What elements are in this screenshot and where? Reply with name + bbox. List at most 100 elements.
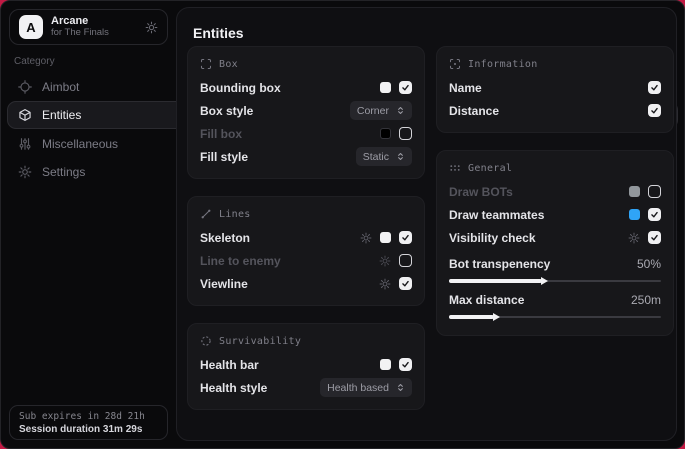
gear-icon[interactable] (379, 278, 391, 290)
bot-transparency-setting: Bot transpenency 50% (449, 255, 661, 285)
visibility-check-row: Visibility check (449, 226, 661, 249)
lines-card: Lines Skeleton Line to enem (187, 196, 425, 306)
dropdown-value: Corner (357, 105, 389, 117)
page-title: Entities (193, 25, 244, 41)
health-bar-row: Health bar (200, 353, 412, 376)
slider-thumb[interactable] (493, 313, 500, 321)
sidebar-item-label: Aimbot (42, 80, 79, 94)
setting-label: Distance (449, 104, 499, 118)
setting-label: Fill style (200, 150, 248, 164)
setting-label: Skeleton (200, 231, 250, 245)
app-window: A Arcane for The Finals Category Aimbot … (0, 0, 685, 449)
color-swatch[interactable] (380, 232, 391, 243)
draw-bots-row: Draw BOTs (449, 180, 661, 203)
health-style-row: Health style Health based (200, 376, 412, 399)
color-swatch[interactable] (629, 186, 640, 197)
scan-dot-icon (449, 58, 461, 70)
slider-fill (449, 315, 494, 319)
cube-icon (18, 108, 32, 122)
bounding-box-checkbox[interactable] (399, 81, 412, 94)
skeleton-checkbox[interactable] (399, 231, 412, 244)
brand-name: Arcane (51, 15, 109, 28)
box-card: Box Bounding box Box style Corner (187, 46, 425, 179)
setting-label: Name (449, 81, 482, 95)
box-style-row: Box style Corner (200, 99, 412, 122)
sidebar-item-label: Entities (42, 108, 81, 122)
fill-style-dropdown[interactable]: Static (356, 147, 412, 166)
setting-label: Box style (200, 104, 253, 118)
sub-expiry-text: Sub expires in 28d 21h (19, 411, 158, 422)
card-title: Survivability (219, 336, 301, 347)
gear-icon[interactable] (379, 255, 391, 267)
max-distance-setting: Max distance 250m (449, 291, 661, 321)
chevron-up-down-icon (396, 106, 405, 115)
diagonal-line-icon (200, 208, 212, 220)
distance-row: Distance (449, 99, 661, 122)
visibility-check-checkbox[interactable] (648, 231, 661, 244)
general-card: General Draw BOTs Draw teammates (436, 150, 674, 336)
slider-fill (449, 279, 542, 283)
health-bar-checkbox[interactable] (399, 358, 412, 371)
card-title: General (468, 163, 512, 174)
setting-label: Visibility check (449, 231, 536, 245)
fill-box-row: Fill box (200, 122, 412, 145)
card-title: Information (468, 59, 538, 70)
name-row: Name (449, 76, 661, 99)
sidebar-item-label: Miscellaneous (42, 137, 118, 151)
color-swatch[interactable] (380, 82, 391, 93)
setting-label: Draw teammates (449, 208, 544, 222)
slider-thumb[interactable] (541, 277, 548, 285)
color-swatch[interactable] (629, 209, 640, 220)
session-duration-text: Session duration 31m 29s (19, 424, 158, 435)
slider-value: 50% (637, 257, 661, 271)
health-style-dropdown[interactable]: Health based (320, 378, 412, 397)
brand-logo: A (19, 15, 43, 39)
draw-bots-checkbox[interactable] (648, 185, 661, 198)
box-style-dropdown[interactable]: Corner (350, 101, 412, 120)
setting-label: Draw BOTs (449, 185, 513, 199)
brand-subtitle: for The Finals (51, 28, 109, 39)
setting-label: Fill box (200, 127, 242, 141)
viewline-row: Viewline (200, 272, 412, 295)
dropdown-value: Health based (327, 382, 389, 394)
brand-card: A Arcane for The Finals (9, 9, 168, 45)
gear-icon[interactable] (145, 21, 158, 34)
name-checkbox[interactable] (648, 81, 661, 94)
dots-grid-icon (449, 162, 461, 174)
viewline-checkbox[interactable] (399, 277, 412, 290)
setting-label: Health bar (200, 358, 259, 372)
sidebar-item-label: Settings (42, 165, 85, 179)
setting-label: Line to enemy (200, 254, 281, 268)
setting-label: Bot transpenency (449, 257, 550, 271)
bounding-box-row: Bounding box (200, 76, 412, 99)
setting-label: Viewline (200, 277, 248, 291)
survivability-card: Survivability Health bar Health style He… (187, 323, 425, 410)
box-corners-icon (200, 58, 212, 70)
gear-icon[interactable] (628, 232, 640, 244)
fill-box-checkbox[interactable] (399, 127, 412, 140)
chevron-up-down-icon (396, 383, 405, 392)
mixer-icon (18, 137, 32, 151)
slider-value: 250m (631, 293, 661, 307)
category-label: Category (14, 56, 55, 67)
card-title: Lines (219, 209, 251, 220)
crosshair-icon (18, 80, 32, 94)
draw-teammates-checkbox[interactable] (648, 208, 661, 221)
max-distance-slider[interactable] (449, 312, 661, 321)
setting-label: Health style (200, 381, 267, 395)
color-swatch[interactable] (380, 128, 391, 139)
information-card: Information Name Distance (436, 46, 674, 133)
distance-checkbox[interactable] (648, 104, 661, 117)
line-to-enemy-checkbox[interactable] (399, 254, 412, 267)
chevron-up-down-icon (396, 152, 405, 161)
dashed-circle-icon (200, 335, 212, 347)
skeleton-row: Skeleton (200, 226, 412, 249)
line-to-enemy-row: Line to enemy (200, 249, 412, 272)
color-swatch[interactable] (380, 359, 391, 370)
setting-label: Bounding box (200, 81, 281, 95)
subscription-info-card: Sub expires in 28d 21h Session duration … (9, 405, 168, 440)
setting-label: Max distance (449, 293, 524, 307)
bot-transparency-slider[interactable] (449, 276, 661, 285)
gear-icon (18, 165, 32, 179)
gear-icon[interactable] (360, 232, 372, 244)
